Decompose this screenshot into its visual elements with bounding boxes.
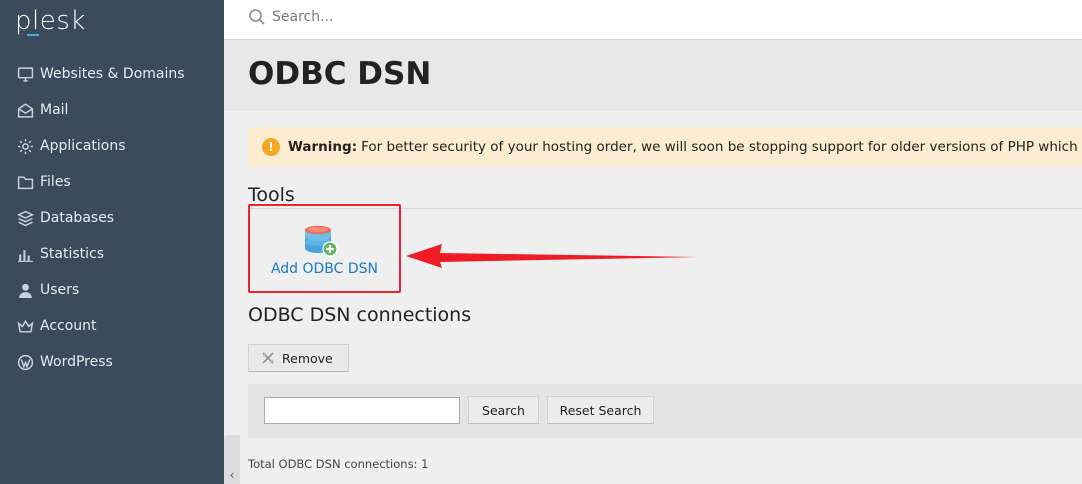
search-icon bbox=[249, 9, 265, 25]
folder-icon bbox=[16, 173, 34, 191]
user-icon bbox=[16, 281, 34, 299]
sidebar-item-files[interactable]: Files bbox=[0, 164, 224, 200]
sidebar-item-label: Mail bbox=[40, 102, 69, 118]
crown-icon bbox=[16, 317, 34, 335]
remove-label: Remove bbox=[282, 350, 333, 366]
sidebar-item-label: Account bbox=[40, 318, 97, 334]
sidebar-item-statistics[interactable]: Statistics bbox=[0, 236, 224, 272]
warning-icon: ! bbox=[262, 138, 280, 156]
total-connections-text: Total ODBC DSN connections: 1 bbox=[248, 457, 429, 471]
page-title: ODBC DSN bbox=[248, 56, 432, 92]
warning-banner: ! Warning: For better security of your h… bbox=[248, 127, 1082, 167]
sidebar-item-label: Databases bbox=[40, 210, 115, 226]
filter-input[interactable] bbox=[264, 397, 460, 424]
sidebar-item-label: Files bbox=[40, 174, 71, 190]
add-odbc-dsn-button[interactable]: Add ODBC DSN bbox=[248, 204, 401, 293]
sidebar-item-label: WordPress bbox=[40, 354, 113, 370]
warning-label: Warning: bbox=[288, 139, 358, 155]
reset-search-button[interactable]: Reset Search bbox=[547, 396, 654, 424]
bar-chart-icon bbox=[16, 245, 34, 263]
search-input[interactable] bbox=[272, 7, 672, 27]
envelope-icon bbox=[16, 101, 34, 119]
stack-icon bbox=[16, 209, 34, 227]
warning-text: For better security of your hosting orde… bbox=[361, 139, 1082, 155]
annotation-arrow bbox=[406, 244, 698, 268]
tools-heading: Tools bbox=[248, 184, 295, 206]
sidebar-nav: Websites & Domains Mail Applications Fil… bbox=[0, 56, 224, 380]
sidebar-item-label: Applications bbox=[40, 138, 126, 154]
wordpress-icon bbox=[16, 353, 34, 371]
gear-icon bbox=[16, 137, 34, 155]
sidebar-item-label: Users bbox=[40, 282, 80, 298]
sidebar-item-label: Statistics bbox=[40, 246, 104, 262]
database-add-icon bbox=[305, 225, 338, 257]
sidebar-item-users[interactable]: Users bbox=[0, 272, 224, 308]
monitor-icon bbox=[16, 65, 34, 83]
sidebar-collapse-toggle[interactable]: ‹ bbox=[224, 435, 240, 484]
sidebar-item-mail[interactable]: Mail bbox=[0, 92, 224, 128]
sidebar-item-account[interactable]: Account bbox=[0, 308, 224, 344]
sidebar: plesk Websites & Domains Mail Applicatio… bbox=[0, 0, 224, 484]
sidebar-item-databases[interactable]: Databases bbox=[0, 200, 224, 236]
logo-accent bbox=[27, 34, 39, 36]
filter-panel: Search Reset Search bbox=[248, 384, 1082, 438]
search-button[interactable]: Search bbox=[468, 396, 539, 424]
top-search-bar bbox=[224, 0, 1082, 40]
page-header: ODBC DSN bbox=[224, 40, 1082, 111]
sidebar-item-websites-domains[interactable]: Websites & Domains bbox=[0, 56, 224, 92]
add-odbc-dsn-label: Add ODBC DSN bbox=[270, 261, 379, 277]
sidebar-item-applications[interactable]: Applications bbox=[0, 128, 224, 164]
remove-icon bbox=[262, 352, 274, 364]
plesk-logo[interactable]: plesk bbox=[15, 6, 86, 36]
remove-button[interactable]: Remove bbox=[248, 344, 349, 372]
connections-heading: ODBC DSN connections bbox=[248, 304, 472, 326]
sidebar-item-label: Websites & Domains bbox=[40, 66, 185, 82]
sidebar-item-wordpress[interactable]: WordPress bbox=[0, 344, 224, 380]
